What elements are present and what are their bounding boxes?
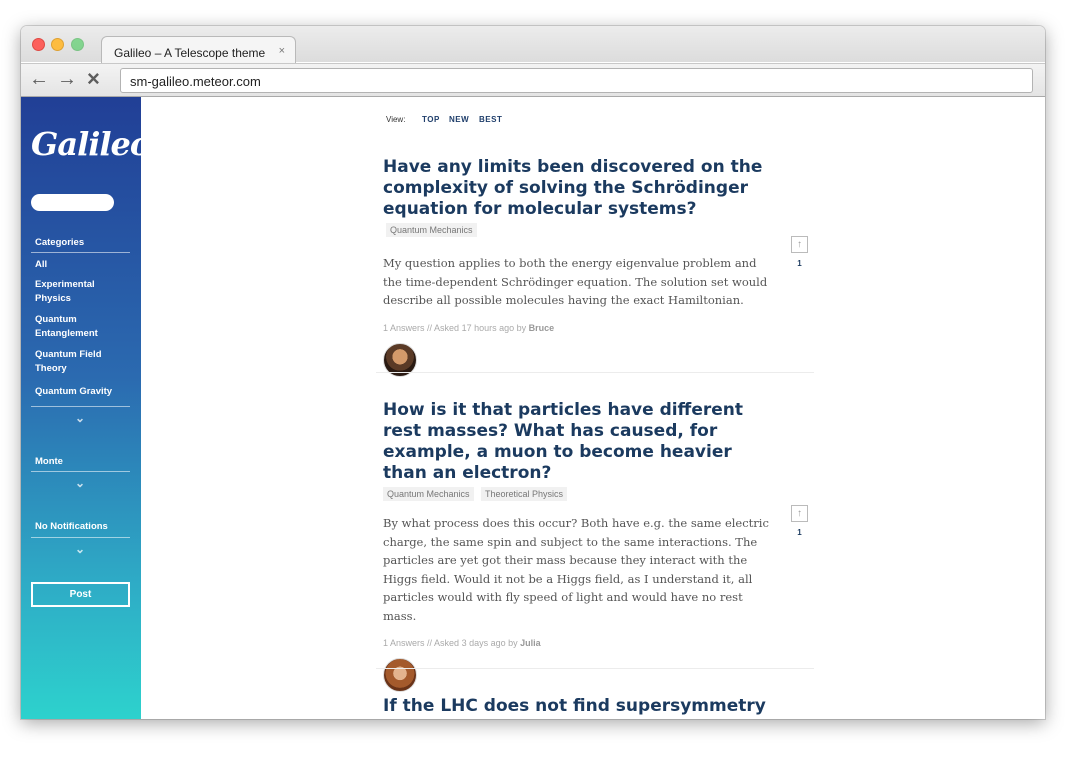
- post-title-text[interactable]: Have any limits been discovered on the c…: [383, 157, 762, 219]
- post-body: By what process does this occur? Both ha…: [383, 516, 769, 623]
- vote-count: 1: [797, 259, 802, 268]
- post-button[interactable]: Post: [31, 582, 130, 607]
- galileo-logo[interactable]: Galileo: [31, 125, 151, 163]
- post-divider: [376, 668, 814, 669]
- author-name[interactable]: Julia: [520, 638, 541, 648]
- title-bar: Galileo – A Telescope theme ×: [21, 26, 1045, 64]
- window-minimize-button[interactable]: [51, 38, 64, 51]
- window-maximize-button[interactable]: [71, 38, 84, 51]
- sidebar-item-all[interactable]: All: [35, 258, 125, 272]
- post-meta: 1 Answers // Asked 3 days ago by Julia: [383, 638, 773, 648]
- answers-count[interactable]: 1 Answers: [383, 323, 425, 333]
- categories-heading[interactable]: Categories: [35, 237, 84, 248]
- post-item: How is it that particles have different …: [383, 400, 773, 692]
- upvote-arrow-icon[interactable]: ↑: [791, 505, 808, 522]
- search-input[interactable]: [31, 194, 114, 211]
- post-title[interactable]: If the LHC does not find supersymmetry b…: [383, 696, 773, 719]
- tab-close-icon[interactable]: ×: [279, 45, 285, 57]
- main-content: View: TOP NEW BEST Have any limits been …: [141, 97, 1045, 719]
- window-close-button[interactable]: [32, 38, 45, 51]
- tags-row: Quantum Mechanics Theoretical Physics: [380, 485, 773, 503]
- url-bar[interactable]: sm-galileo.meteor.com: [120, 68, 1033, 93]
- asked-time: // Asked 3 days ago by: [427, 638, 518, 648]
- post-body: My question applies to both the energy e…: [383, 256, 768, 307]
- stop-icon[interactable]: ×: [87, 68, 100, 90]
- view-best-link[interactable]: BEST: [479, 115, 502, 124]
- post-meta: 1 Answers // Asked 17 hours ago by Bruce: [383, 323, 773, 333]
- tag-badge[interactable]: Quantum Mechanics: [383, 486, 474, 501]
- view-top-link[interactable]: TOP: [422, 115, 440, 124]
- browser-toolbar: ← → × sm-galileo.meteor.com: [21, 63, 1045, 97]
- avatar[interactable]: [383, 658, 417, 692]
- post-title[interactable]: How is it that particles have different …: [383, 400, 773, 484]
- divider: [31, 406, 130, 407]
- forward-arrow-icon[interactable]: →: [57, 69, 77, 89]
- sidebar-item-quantum-entanglement[interactable]: Quantum Entanglement: [35, 313, 125, 341]
- chevron-down-icon[interactable]: ⌄: [75, 476, 85, 490]
- view-new-link[interactable]: NEW: [449, 115, 469, 124]
- author-name[interactable]: Bruce: [529, 323, 555, 333]
- notifications-heading[interactable]: No Notifications: [35, 521, 108, 532]
- view-label: View:: [386, 115, 406, 124]
- vote-widget: ↑ 1: [791, 505, 808, 537]
- tab-title: Galileo – A Telescope theme: [114, 46, 266, 60]
- answers-count[interactable]: 1 Answers: [383, 638, 425, 648]
- browser-tab[interactable]: Galileo – A Telescope theme ×: [101, 36, 296, 64]
- divider: [31, 471, 130, 472]
- asked-time: // Asked 17 hours ago by: [427, 322, 527, 333]
- browser-window: Galileo – A Telescope theme × ← → × sm-g…: [21, 26, 1045, 719]
- back-arrow-icon[interactable]: ←: [29, 69, 49, 89]
- sidebar-item-quantum-gravity[interactable]: Quantum Gravity: [35, 385, 125, 399]
- tag-badge[interactable]: Theoretical Physics: [481, 486, 568, 501]
- upvote-arrow-icon[interactable]: ↑: [791, 236, 808, 253]
- divider: [31, 537, 130, 538]
- post-title[interactable]: Have any limits been discovered on the c…: [383, 157, 773, 241]
- sidebar-item-experimental-physics[interactable]: Experimental Physics: [35, 278, 125, 306]
- user-menu-heading[interactable]: Monte: [35, 456, 63, 467]
- vote-count: 1: [797, 528, 802, 537]
- tag-badge[interactable]: Quantum Mechanics: [386, 223, 477, 237]
- divider: [31, 252, 130, 253]
- vote-widget: ↑ 1: [791, 236, 808, 268]
- post-item: Have any limits been discovered on the c…: [383, 157, 773, 377]
- post-item: If the LHC does not find supersymmetry b…: [383, 696, 773, 719]
- url-text: sm-galileo.meteor.com: [130, 74, 261, 89]
- sidebar-item-quantum-field-theory[interactable]: Quantum Field Theory: [35, 348, 125, 376]
- sidebar: Galileo Categories All Experimental Phys…: [21, 97, 151, 719]
- chevron-down-icon[interactable]: ⌄: [75, 411, 85, 425]
- chevron-down-icon[interactable]: ⌄: [75, 542, 85, 556]
- post-divider: [376, 372, 814, 373]
